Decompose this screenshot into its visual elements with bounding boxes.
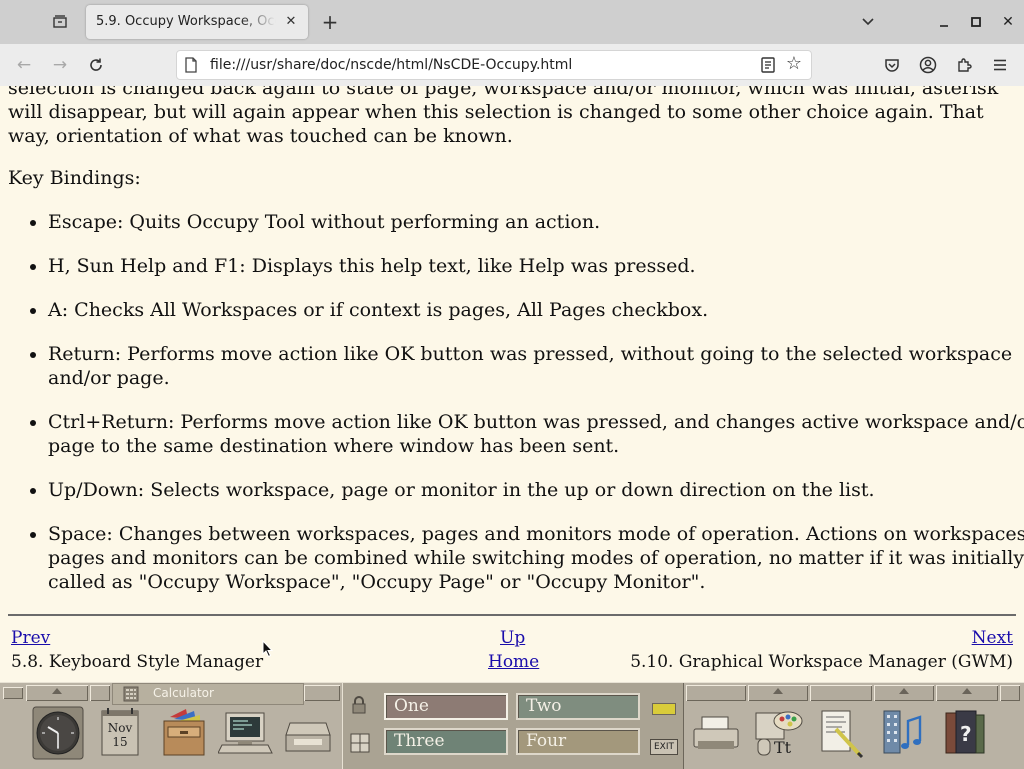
clock-launcher[interactable] <box>30 705 86 763</box>
subpanel-arrow-9[interactable] <box>874 685 934 701</box>
printer-launcher[interactable] <box>688 705 744 763</box>
up-link[interactable]: Up <box>500 626 525 650</box>
calculator-label: Calculator <box>153 686 214 700</box>
key-bindings-heading: Key Bindings: <box>8 167 141 189</box>
workspace-switcher: One Two Three Four EXIT <box>342 683 684 769</box>
exit-button[interactable]: EXIT <box>650 739 678 755</box>
url-text[interactable]: file:///usr/share/doc/nscde/html/NsCDE-O… <box>210 50 572 80</box>
panel-minimize-handle[interactable] <box>1000 685 1020 701</box>
media-player-icon <box>883 710 922 754</box>
tab-bar: 5.9. Occupy Workspace, Occupy Page ✕ + ✕ <box>0 0 1024 44</box>
home-link[interactable]: Home <box>488 650 539 674</box>
reader-view-icon[interactable] <box>758 55 778 75</box>
key-binding-item: H, Sun Help and F1: Displays this help t… <box>48 254 1024 278</box>
key-binding-item: A: Checks All Workspaces or if context i… <box>48 298 1024 322</box>
subpanel-arrow-7[interactable] <box>748 685 808 701</box>
minimize-icon[interactable] <box>932 10 956 34</box>
bookmark-star-icon[interactable]: ☆ <box>784 54 804 74</box>
maximize-icon[interactable] <box>964 10 988 34</box>
help-books-icon: ? <box>945 710 985 754</box>
calculator-icon <box>123 686 139 702</box>
key-binding-item: Escape: Quits Occupy Tool without perfor… <box>48 210 1024 234</box>
account-icon[interactable] <box>916 53 940 77</box>
close-tab-icon[interactable]: ✕ <box>282 13 300 31</box>
tab-title: 5.9. Occupy Workspace, Occupy Page <box>96 14 276 29</box>
back-arrow-icon[interactable]: ← <box>12 53 36 77</box>
prev-link[interactable]: Prev <box>11 626 50 650</box>
text-editor-launcher[interactable] <box>812 705 868 763</box>
subpanel-arrow-2[interactable] <box>90 685 110 701</box>
desktop-front-panel: Calculator Nov 15 One Two Three Four EXI… <box>0 682 1024 769</box>
footer-divider <box>8 614 1016 616</box>
tab-overview-icon[interactable] <box>48 10 72 34</box>
next-title: 5.10. Graphical Workspace Manager (GWM) <box>630 652 1013 672</box>
file-icon <box>184 57 198 73</box>
mouse-pointer-icon <box>262 640 274 658</box>
mail-tray-icon <box>285 722 331 752</box>
workspace-button-three[interactable]: Three <box>384 728 508 755</box>
window-list-icon[interactable] <box>350 733 370 753</box>
terminal-computer-icon <box>217 712 273 754</box>
calendar-month: Nov <box>107 721 133 735</box>
forward-arrow-icon[interactable]: → <box>48 53 72 77</box>
page-content: selection is changed back again to state… <box>0 86 1024 682</box>
address-bar[interactable]: file:///usr/share/doc/nscde/html/NsCDE-O… <box>176 50 812 80</box>
extensions-icon[interactable] <box>952 53 976 77</box>
busy-light-indicator <box>652 703 676 715</box>
close-window-icon[interactable]: ✕ <box>996 10 1020 34</box>
style-manager-icon: Tt <box>755 711 803 757</box>
lock-icon[interactable] <box>350 695 368 715</box>
key-binding-item: Space: Changes between workspaces, pages… <box>48 522 1024 594</box>
subpanel-arrow-10[interactable] <box>936 685 998 701</box>
mailer-launcher[interactable] <box>280 705 336 763</box>
text-editor-icon <box>821 710 864 759</box>
key-binding-item: Up/Down: Selects workspace, page or moni… <box>48 478 1024 502</box>
file-cabinet-icon <box>163 709 205 756</box>
calendar-launcher[interactable]: Nov 15 <box>94 705 150 763</box>
reload-icon[interactable] <box>84 53 108 77</box>
pocket-icon[interactable] <box>880 53 904 77</box>
subpanel-arrow-1[interactable] <box>26 685 88 701</box>
browser-tab-active[interactable]: 5.9. Occupy Workspace, Occupy Page ✕ <box>86 5 308 39</box>
key-binding-item: Ctrl+Return: Performs move action like O… <box>48 410 1024 458</box>
help-launcher[interactable]: ? <box>936 705 992 763</box>
subpanel-arrow-5[interactable] <box>304 685 340 701</box>
subpanel-arrow-6[interactable] <box>686 685 746 701</box>
calendar-day: 15 <box>112 735 128 749</box>
clock-icon <box>32 706 84 760</box>
printer-icon <box>693 716 739 749</box>
style-manager-launcher[interactable]: Tt <box>750 705 806 763</box>
key-bindings-list: Escape: Quits Occupy Tool without perfor… <box>0 210 1024 614</box>
intro-paragraph: selection is changed back again to state… <box>8 86 999 147</box>
next-link[interactable]: Next <box>972 626 1013 650</box>
new-tab-icon[interactable]: + <box>318 10 342 34</box>
workspace-button-two[interactable]: Two <box>516 693 640 720</box>
panel-menu-handle[interactable] <box>3 687 23 699</box>
navigation-toolbar: ← → file:///usr/share/doc/nscde/html/NsC… <box>0 44 1024 87</box>
tab-list-chevron-down-icon[interactable] <box>856 10 880 34</box>
svg-text:?: ? <box>960 722 972 746</box>
workspace-button-four[interactable]: Four <box>516 728 640 755</box>
prev-title: 5.8. Keyboard Style Manager <box>11 652 264 672</box>
menu-hamburger-icon[interactable] <box>988 53 1012 77</box>
svg-text:Tt: Tt <box>774 738 792 757</box>
media-player-launcher[interactable] <box>874 705 930 763</box>
terminal-launcher[interactable] <box>217 705 274 763</box>
subpanel-arrow-8[interactable] <box>810 685 872 701</box>
file-manager-launcher[interactable] <box>156 705 212 763</box>
workspace-button-one[interactable]: One <box>384 693 508 720</box>
calculator-subpanel-item[interactable]: Calculator <box>112 683 304 705</box>
key-binding-item: Return: Performs move action like OK but… <box>48 342 1024 390</box>
